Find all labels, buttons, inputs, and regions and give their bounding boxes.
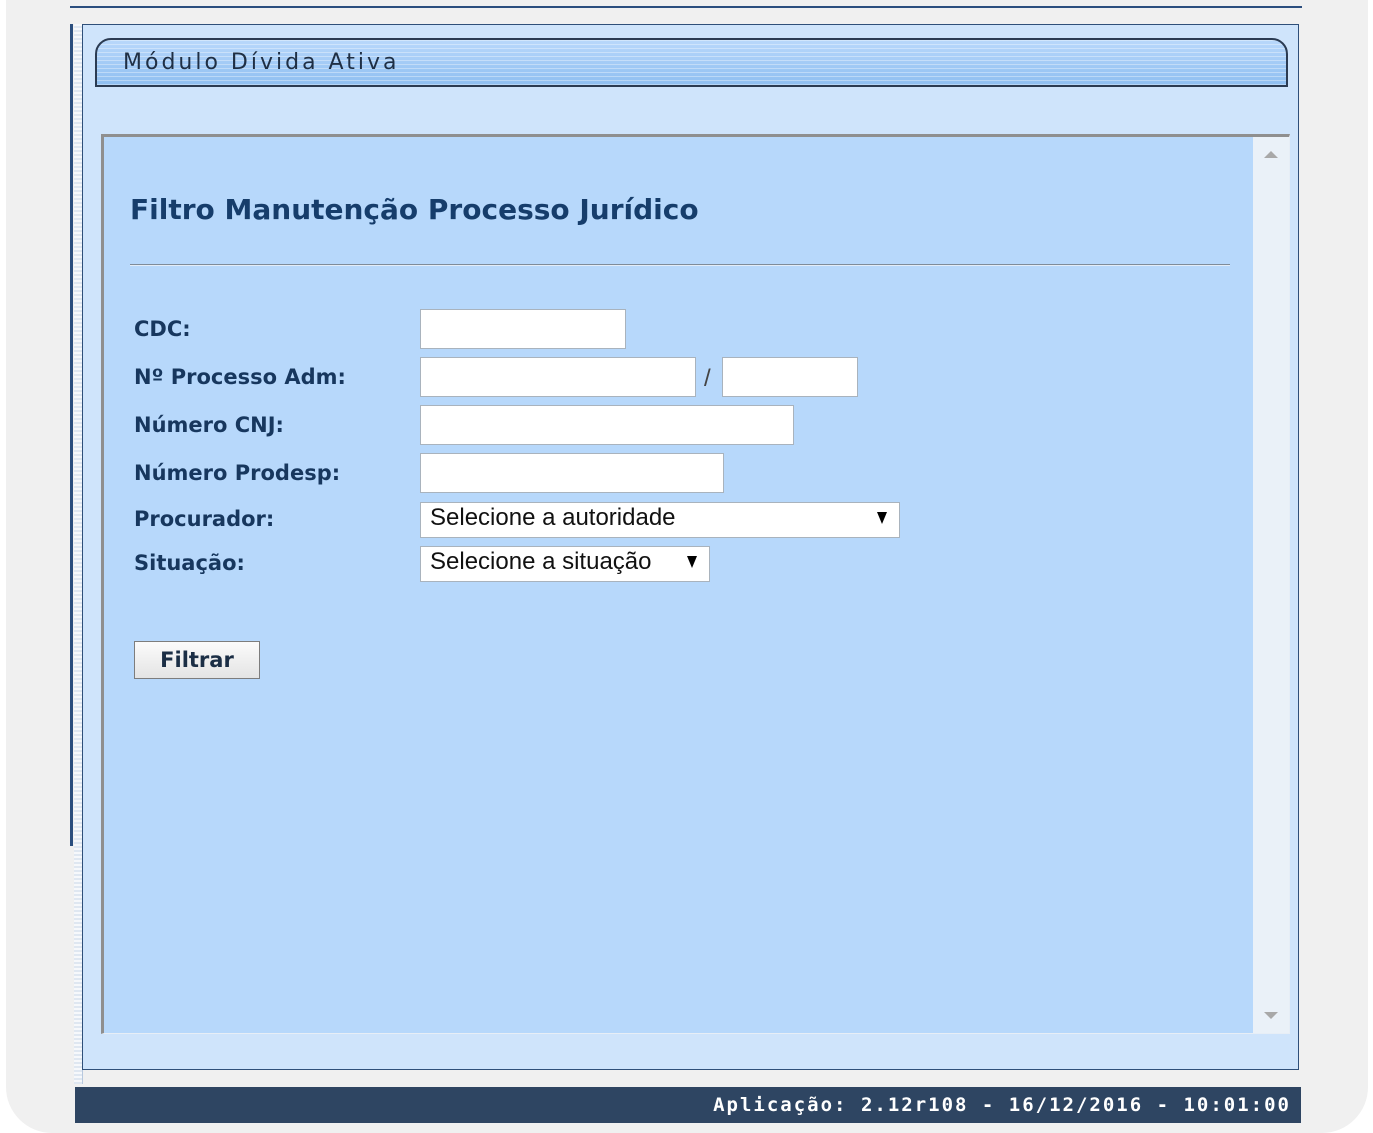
- procurador-label: Procurador:: [134, 507, 275, 531]
- vertical-scrollbar[interactable]: [1253, 137, 1289, 1033]
- dropdown-arrow-icon: [687, 556, 697, 568]
- scroll-down-arrow-icon[interactable]: [1264, 1012, 1278, 1019]
- page-title: Filtro Manutenção Processo Jurídico: [130, 193, 699, 226]
- cdc-label: CDC:: [134, 317, 191, 341]
- footer-bar: Aplicação: 2.12r108 - 16/12/2016 - 10:01…: [75, 1087, 1301, 1123]
- dropdown-arrow-icon: [877, 512, 887, 524]
- situacao-label: Situação:: [134, 551, 245, 575]
- app-version-info: Aplicação: 2.12r108 - 16/12/2016 - 10:01…: [713, 1094, 1291, 1116]
- numero-cnj-label: Número CNJ:: [134, 413, 284, 437]
- module-header-tab: Módulo Dívida Ativa: [95, 38, 1288, 87]
- scroll-up-arrow-icon[interactable]: [1264, 151, 1278, 158]
- top-rule: [70, 6, 1302, 8]
- cdc-input[interactable]: [420, 309, 626, 349]
- processo-adm-number-input[interactable]: [420, 357, 696, 397]
- left-decoration-bar: [70, 24, 73, 846]
- filter-button[interactable]: Filtrar: [134, 641, 260, 679]
- processo-adm-label: Nº Processo Adm:: [134, 365, 346, 389]
- processo-adm-year-input[interactable]: [722, 357, 858, 397]
- procurador-select[interactable]: Selecione a autoridade: [420, 502, 900, 538]
- situacao-select[interactable]: Selecione a situação: [420, 546, 710, 582]
- numero-cnj-input[interactable]: [420, 405, 794, 445]
- numero-prodesp-label: Número Prodesp:: [134, 461, 341, 485]
- module-title: Módulo Dívida Ativa: [123, 50, 400, 75]
- procurador-selected-value: Selecione a autoridade: [430, 504, 676, 531]
- situacao-selected-value: Selecione a situação: [430, 548, 652, 575]
- processo-separator: /: [704, 365, 711, 392]
- title-divider: [130, 264, 1230, 266]
- numero-prodesp-input[interactable]: [420, 453, 724, 493]
- content-frame: Filtro Manutenção Processo Jurídico CDC:…: [101, 134, 1290, 1034]
